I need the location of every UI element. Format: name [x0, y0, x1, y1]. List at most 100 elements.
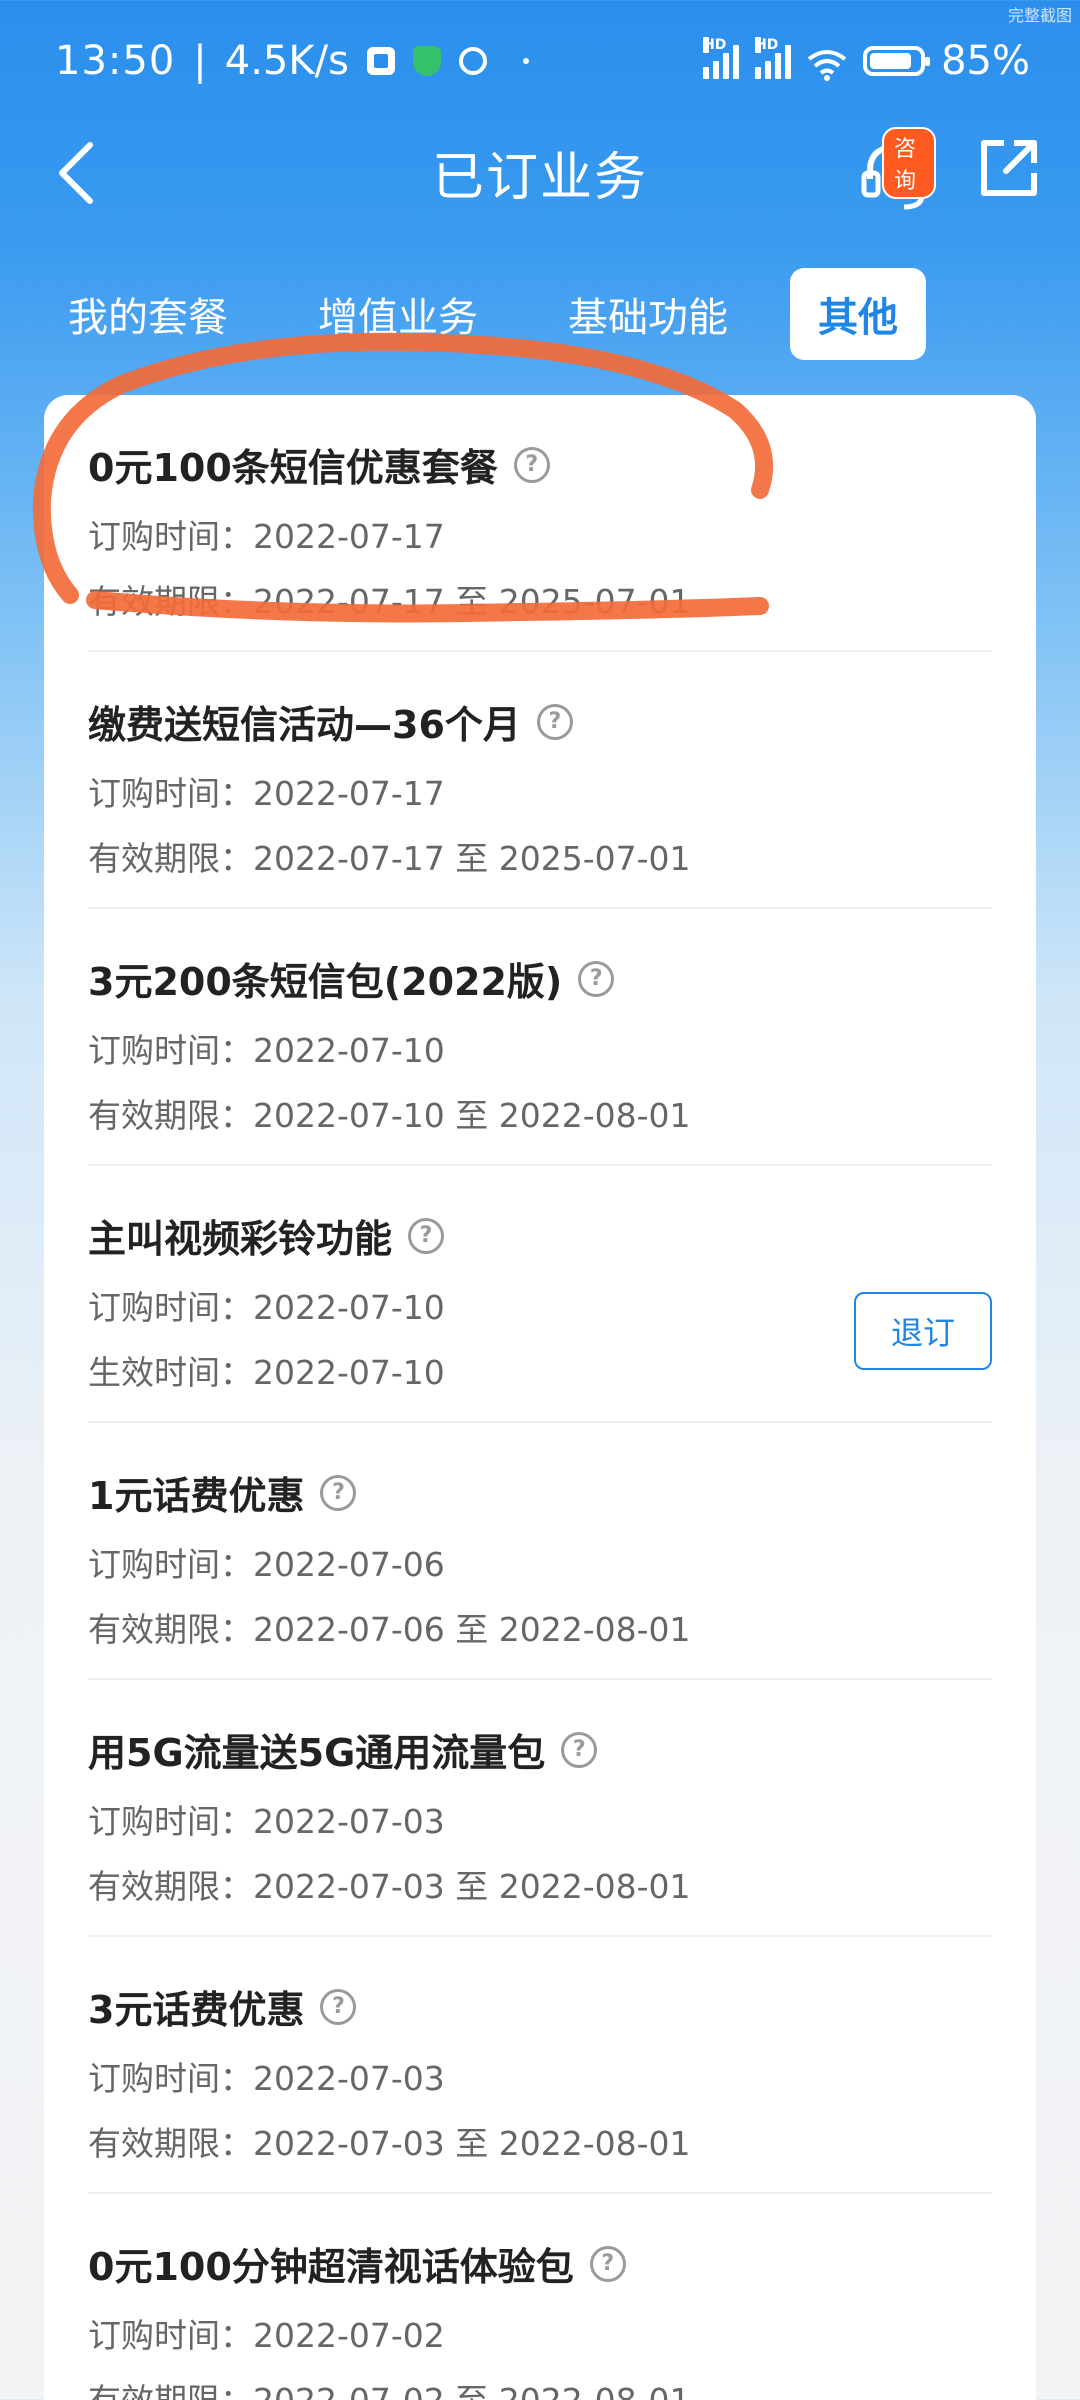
status-bar: 13:50 | 4.5K/s HD HD 85%	[0, 0, 1080, 125]
help-icon[interactable]: ?	[561, 1731, 598, 1768]
order-date: 2022-07-17	[253, 517, 445, 556]
period-value: 2022-07-17 至 2025-07-01	[253, 839, 691, 878]
order-time: 订购时间：2022-07-17	[88, 767, 445, 815]
list-item[interactable]: 0元100分钟超清视话体验包 ? 订购时间：2022-07-02 有效期限：20…	[88, 2194, 992, 2400]
item-name-row: 0元100条短信优惠套餐 ?	[88, 437, 550, 492]
tab-my-plan[interactable]: 我的套餐	[40, 268, 256, 360]
help-icon[interactable]: ?	[320, 1474, 357, 1511]
order-label: 订购时间：	[88, 517, 253, 556]
list-item[interactable]: 1元话费优惠 ? 订购时间：2022-07-06 有效期限：2022-07-06…	[88, 1423, 992, 1680]
item-name-row: 3元200条短信包(2022版) ?	[88, 951, 615, 1006]
period-value: 2022-07-03 至 2022-08-01	[253, 1867, 691, 1906]
period-value: 2022-07-03 至 2022-08-01	[253, 2124, 691, 2163]
item-name-row: 用5G流量送5G通用流量包 ?	[88, 1722, 598, 1777]
order-label: 订购时间：	[88, 1545, 253, 1584]
watermark: 完整截图	[1007, 6, 1072, 25]
item-name: 1元话费优惠	[88, 1474, 305, 1518]
order-date: 2022-07-03	[253, 1802, 445, 1841]
list-item[interactable]: 3元话费优惠 ? 订购时间：2022-07-03 有效期限：2022-07-03…	[88, 1937, 992, 2194]
list-item[interactable]: 主叫视频彩铃功能 ? 订购时间：2022-07-10 生效时间：2022-07-…	[88, 1166, 992, 1423]
effective-time: 生效时间：2022-07-10	[88, 1346, 445, 1394]
validity: 有效期限：2022-07-03 至 2022-08-01	[88, 1860, 691, 1908]
validity: 有效期限：2022-07-17 至 2025-07-01	[88, 575, 691, 623]
subscription-list: 0元100条短信优惠套餐 ? 订购时间：2022-07-17 有效期限：2022…	[44, 395, 1036, 2400]
status-divider: |	[193, 38, 207, 84]
share-button[interactable]	[976, 135, 1046, 205]
period-label: 有效期限：	[88, 839, 253, 878]
order-label: 订购时间：	[88, 1802, 253, 1841]
item-name: 主叫视频彩铃功能	[88, 1217, 393, 1261]
notification-dot-icon	[522, 58, 529, 64]
consult-badge: 咨询	[882, 127, 936, 199]
signal-icon: HD	[755, 37, 792, 79]
order-label: 订购时间：	[88, 2059, 253, 2098]
validity: 有效期限：2022-07-02 至 2022-08-01	[88, 2374, 691, 2400]
status-right: HD HD 85%	[703, 37, 1030, 84]
period-label: 有效期限：	[88, 2381, 253, 2400]
order-time: 订购时间：2022-07-17	[88, 510, 445, 558]
order-label: 订购时间：	[88, 1288, 253, 1327]
item-name-row: 3元话费优惠 ?	[88, 1979, 357, 2034]
order-date: 2022-07-10	[253, 1031, 445, 1070]
battery-icon	[863, 46, 931, 76]
nfc-icon	[458, 47, 487, 75]
item-name: 0元100条短信优惠套餐	[88, 446, 498, 490]
period-value: 2022-07-02 至 2022-08-01	[253, 2381, 691, 2400]
signal-icon: HD	[703, 37, 740, 79]
list-item[interactable]: 3元200条短信包(2022版) ? 订购时间：2022-07-10 有效期限：…	[88, 909, 992, 1166]
period-label: 有效期限：	[88, 2124, 253, 2163]
item-name-row: 1元话费优惠 ?	[88, 1465, 357, 1520]
order-time: 订购时间：2022-07-10	[88, 1281, 445, 1329]
tab-other[interactable]: 其他	[790, 268, 926, 360]
order-time: 订购时间：2022-07-02	[88, 2309, 445, 2357]
order-time: 订购时间：2022-07-06	[88, 1538, 445, 1586]
shield-icon	[412, 46, 441, 76]
help-icon[interactable]: ?	[408, 1217, 445, 1254]
order-date: 2022-07-03	[253, 2059, 445, 2098]
order-time: 订购时间：2022-07-10	[88, 1024, 445, 1072]
battery-percent: 85%	[941, 38, 1030, 84]
unsubscribe-button[interactable]: 退订	[854, 1292, 992, 1370]
order-date: 2022-07-06	[253, 1545, 445, 1584]
period-label: 有效期限：	[88, 1096, 253, 1135]
help-icon[interactable]: ?	[513, 446, 550, 483]
tab-value-added[interactable]: 增值业务	[290, 268, 506, 360]
signal-hd-label: HD	[703, 37, 727, 53]
period-value: 2022-07-06 至 2022-08-01	[253, 1610, 691, 1649]
period-label: 有效期限：	[88, 1867, 253, 1906]
help-icon[interactable]: ?	[536, 703, 573, 740]
tab-basic-functions[interactable]: 基础功能	[540, 268, 756, 360]
help-icon[interactable]: ?	[578, 960, 615, 997]
item-name: 3元话费优惠	[88, 1988, 305, 2032]
app-header: 已订业务 咨询	[0, 125, 1080, 275]
period-label: 生效时间：	[88, 1353, 253, 1392]
period-value: 2022-07-10	[253, 1353, 445, 1392]
category-tabs: 我的套餐 增值业务 基础功能 其他	[40, 268, 926, 360]
order-date: 2022-07-02	[253, 2316, 445, 2355]
item-name-row: 缴费送短信活动—36个月 ?	[88, 694, 573, 749]
item-name: 0元100分钟超清视话体验包	[88, 2245, 574, 2289]
help-icon[interactable]: ?	[589, 2245, 626, 2282]
list-item[interactable]: 0元100条短信优惠套餐 ? 订购时间：2022-07-17 有效期限：2022…	[88, 395, 992, 652]
list-item[interactable]: 用5G流量送5G通用流量包 ? 订购时间：2022-07-03 有效期限：202…	[88, 1680, 992, 1937]
status-net-speed: 4.5K/s	[224, 38, 349, 84]
list-item[interactable]: 缴费送短信活动—36个月 ? 订购时间：2022-07-17 有效期限：2022…	[88, 652, 992, 909]
validity: 有效期限：2022-07-17 至 2025-07-01	[88, 832, 691, 880]
order-time: 订购时间：2022-07-03	[88, 2052, 445, 2100]
period-value: 2022-07-17 至 2025-07-01	[253, 582, 691, 621]
consult-button[interactable]: 咨询	[856, 127, 936, 213]
share-icon	[981, 140, 1037, 196]
item-name-row: 0元100分钟超清视话体验包 ?	[88, 2236, 626, 2291]
vpn-icon	[366, 47, 395, 75]
period-value: 2022-07-10 至 2022-08-01	[253, 1096, 691, 1135]
validity: 有效期限：2022-07-10 至 2022-08-01	[88, 1089, 691, 1137]
order-time: 订购时间：2022-07-03	[88, 1795, 445, 1843]
item-name: 3元200条短信包(2022版)	[88, 960, 563, 1004]
order-label: 订购时间：	[88, 1031, 253, 1070]
item-name: 缴费送短信活动—36个月	[88, 703, 521, 747]
status-left: 13:50 | 4.5K/s	[55, 38, 529, 84]
help-icon[interactable]: ?	[320, 1988, 357, 2025]
order-date: 2022-07-17	[253, 774, 445, 813]
status-time: 13:50	[55, 38, 176, 84]
item-name: 用5G流量送5G通用流量包	[88, 1731, 546, 1775]
